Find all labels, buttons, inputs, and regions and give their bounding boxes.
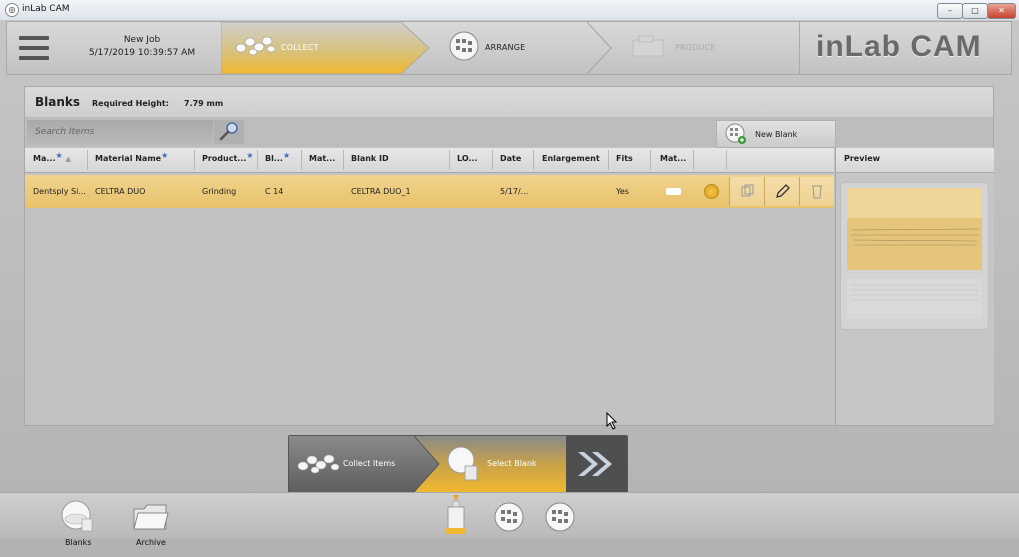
- archive-nav-label: Archive: [136, 538, 166, 547]
- wizard-select-blank-label: Select Blank: [487, 459, 537, 468]
- job-item-restoration-1[interactable]: [489, 501, 529, 536]
- column-header[interactable]: Mat...: [660, 154, 686, 163]
- blanks-panel: Blanks Required Height: 7.79 mm New Bla: [24, 86, 994, 426]
- new-blank-icon: [725, 123, 746, 144]
- cell-blank-id: CELTRA DUO_1: [351, 187, 411, 196]
- double-chevron-right-icon: [578, 452, 612, 476]
- preview-column: Preview: [835, 148, 994, 425]
- column-header[interactable]: Bl...★: [265, 151, 290, 163]
- step-arrange[interactable]: ARRANGE: [427, 22, 612, 74]
- close-button[interactable]: ✕: [987, 3, 1016, 19]
- blank-preview-image: [847, 188, 982, 319]
- search-button[interactable]: [214, 120, 244, 144]
- cell-manufacturer: Dentsply Si...: [33, 187, 86, 196]
- new-blank-button[interactable]: New Blank: [716, 120, 836, 148]
- column-header[interactable]: Ma...★ ▲: [33, 151, 71, 163]
- column-header[interactable]: Date: [500, 154, 521, 163]
- search-input[interactable]: [27, 120, 213, 144]
- table-header: Ma...★ ▲ Material Name★ Product...★ Bl..…: [25, 148, 834, 173]
- minimize-button[interactable]: –: [937, 3, 963, 19]
- pencil-icon: [776, 184, 790, 198]
- copy-blank-button[interactable]: [729, 177, 764, 206]
- cell-fits: Yes: [616, 187, 629, 196]
- produce-icon: [632, 35, 664, 57]
- menu-icon[interactable]: [19, 36, 49, 60]
- table-row[interactable]: Dentsply Si... CELTRA DUO Grinding C 14 …: [25, 175, 834, 208]
- cell-block: C 14: [265, 187, 284, 196]
- wizard-next-button[interactable]: [566, 436, 627, 492]
- preview-title: Preview: [844, 154, 881, 163]
- new-blank-label: New Blank: [755, 130, 798, 139]
- wizard-collect-items-label: Collect Items: [343, 459, 396, 468]
- blanks-icon: [61, 500, 93, 532]
- job-name[interactable]: New Job: [97, 35, 187, 45]
- preview-header: Preview: [836, 148, 994, 173]
- table-empty-area: [25, 208, 834, 425]
- app-icon: ◎: [5, 3, 19, 17]
- maximize-button[interactable]: □: [962, 3, 988, 19]
- column-header[interactable]: Mat...: [309, 154, 335, 163]
- status-indicator-icon: [704, 184, 719, 199]
- trash-icon: [812, 185, 822, 199]
- step-arrange-label: ARRANGE: [485, 43, 526, 52]
- column-header[interactable]: Enlargement: [542, 154, 600, 163]
- column-header[interactable]: Blank ID: [351, 154, 389, 163]
- blank-preview-card[interactable]: [840, 182, 989, 330]
- step-produce: PRODUCE: [617, 22, 797, 74]
- material-color-swatch: [666, 188, 681, 195]
- blanks-nav-label: Blanks: [65, 538, 92, 547]
- cell-date: 5/17/...: [500, 187, 529, 196]
- job-date: 5/17/2019 10:39:57 AM: [88, 48, 196, 58]
- delete-blank-button[interactable]: [799, 177, 834, 206]
- blanks-panel-header: Blanks Required Height: 7.79 mm: [25, 87, 993, 117]
- brand-logo: inLab CAM: [799, 22, 1012, 74]
- bottom-bar: Blanks Archive: [0, 492, 1019, 547]
- arrange-icon: [449, 31, 479, 61]
- brand-text: inLab CAM: [816, 30, 982, 63]
- column-header[interactable]: Product...★: [202, 151, 254, 163]
- search-row: New Blank: [25, 117, 993, 148]
- archive-icon: [133, 504, 169, 530]
- required-height-value: 7.79 mm: [184, 99, 224, 108]
- wizard-bar: Collect Items Select Blank: [288, 435, 628, 493]
- restoration-icon: [545, 502, 575, 532]
- column-header[interactable]: LO...: [457, 154, 478, 163]
- job-item-selected[interactable]: [443, 495, 469, 538]
- title-bar: ◎ inLab CAM – □ ✕: [0, 0, 1019, 21]
- header-bar: New Job 5/17/2019 10:39:57 AM COLLECT AR…: [6, 21, 1012, 75]
- collect-items-icon: [297, 454, 340, 474]
- copy-icon: [741, 184, 754, 197]
- search-icon: [219, 122, 238, 141]
- step-produce-label: PRODUCE: [675, 43, 716, 52]
- cell-material-name: CELTRA DUO: [95, 187, 146, 196]
- restoration-icon: [494, 502, 524, 532]
- step-collect-label: COLLECT: [281, 43, 319, 52]
- app-frame: New Job 5/17/2019 10:39:57 AM COLLECT AR…: [0, 20, 1019, 557]
- sort-ascending-icon: ▲: [65, 155, 71, 163]
- window-title: inLab CAM: [22, 4, 70, 14]
- edit-blank-button[interactable]: [764, 177, 799, 206]
- required-height-label: Required Height:: [92, 99, 169, 108]
- collect-items-icon: [235, 36, 276, 56]
- blank-block-icon: [446, 495, 466, 534]
- job-item-restoration-2[interactable]: [540, 501, 580, 536]
- column-header[interactable]: Fits: [616, 154, 633, 163]
- cell-production: Grinding: [202, 187, 237, 196]
- select-blank-icon: [447, 446, 478, 481]
- mouse-cursor-icon: [606, 412, 618, 430]
- step-collect[interactable]: COLLECT: [221, 22, 431, 74]
- panel-title: Blanks: [35, 95, 81, 109]
- column-header[interactable]: Material Name★: [95, 151, 168, 163]
